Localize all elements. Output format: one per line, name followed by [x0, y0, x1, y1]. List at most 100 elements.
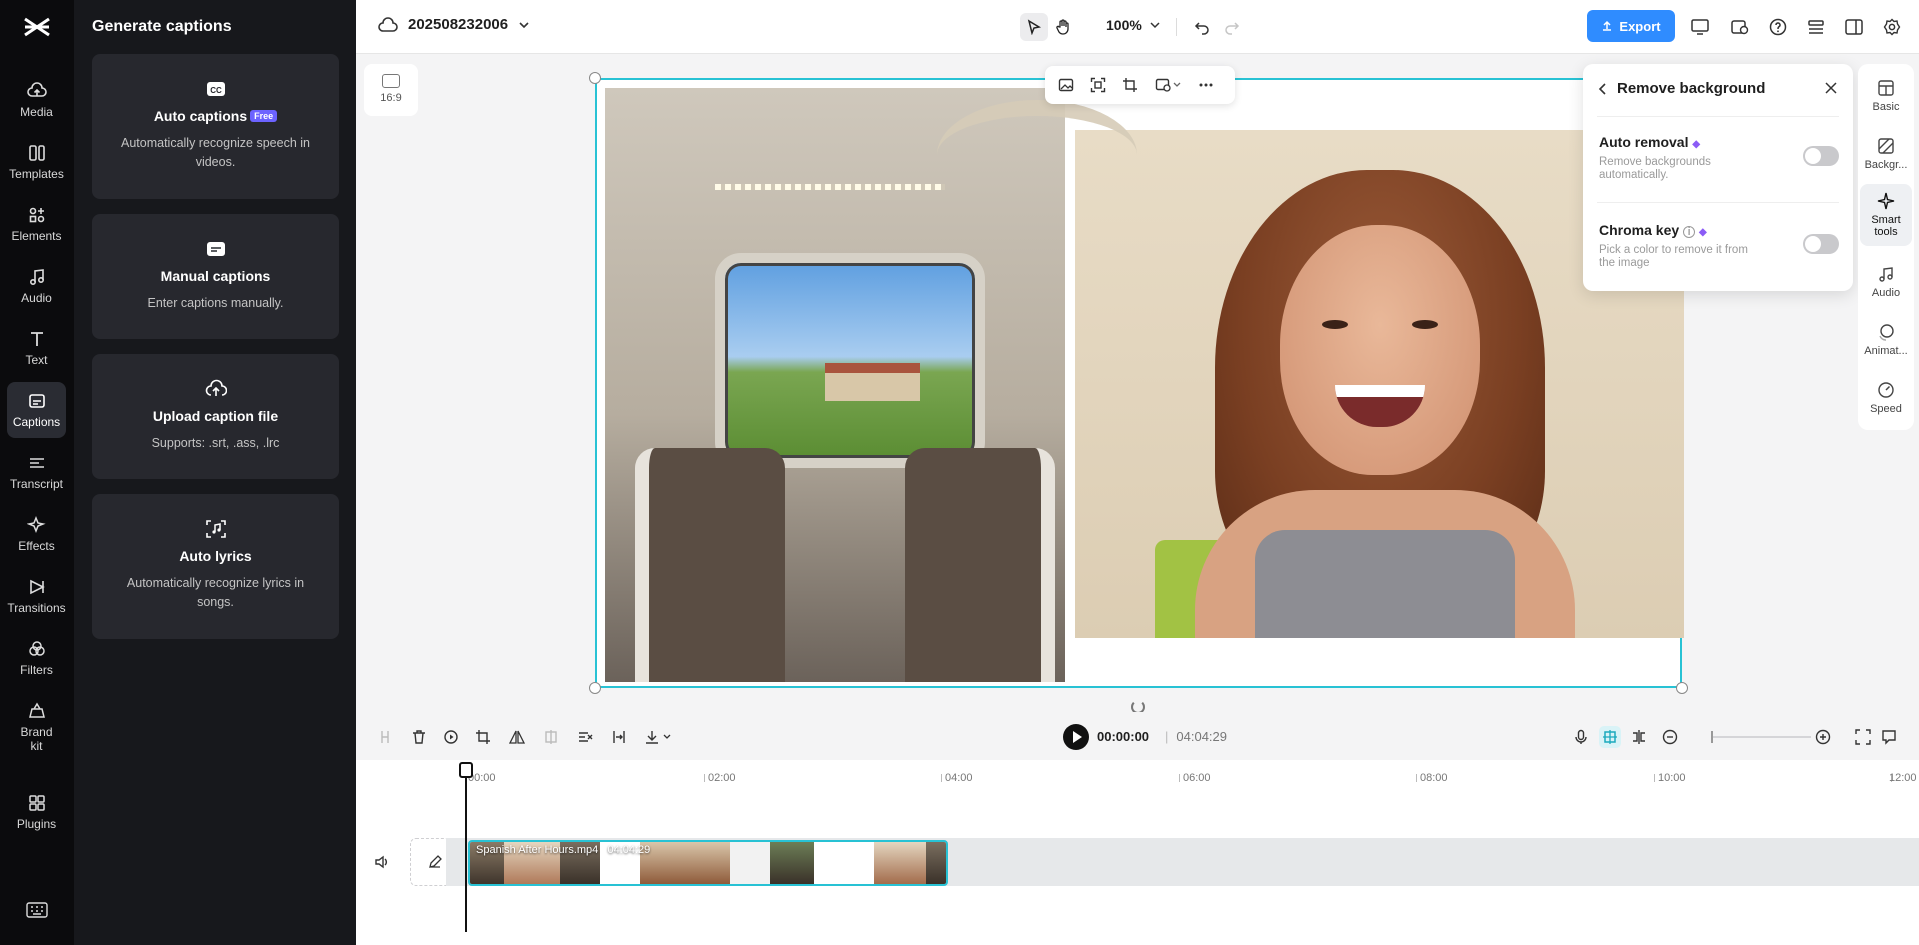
tool-smart-tools[interactable]: Smart tools [1860, 184, 1912, 246]
track-mute-button[interactable] [370, 850, 394, 874]
animation-icon [1877, 323, 1895, 341]
toggle-panel-button[interactable] [1840, 13, 1868, 41]
video-clip[interactable]: Spanish After Hours.mp4 04:04:29 [468, 840, 948, 886]
panel-title: Remove background [1617, 80, 1765, 97]
playhead-line[interactable] [465, 762, 467, 932]
settings-button[interactable] [1878, 13, 1906, 41]
record-voiceover-button[interactable] [1570, 726, 1592, 748]
rail-item-filters[interactable]: Filters [7, 630, 66, 686]
tool-basic[interactable]: Basic [1860, 68, 1912, 124]
select-tool-button[interactable] [1020, 13, 1048, 41]
info-icon[interactable]: i [1683, 226, 1695, 238]
background-icon [1877, 137, 1895, 155]
auto-removal-label: Auto removal [1599, 134, 1688, 150]
smart-crop-button[interactable] [1085, 72, 1111, 98]
resize-handle-top-left[interactable] [589, 72, 601, 84]
fit-timeline-button[interactable] [1852, 726, 1874, 748]
redo-icon [1224, 19, 1240, 35]
timeline-zoom-knob[interactable] [1711, 731, 1713, 743]
timeline[interactable]: 00:00 02:00 04:00 06:00 08:00 10:00 12:0… [356, 760, 1919, 945]
music-note-icon [27, 267, 47, 287]
close-button[interactable] [1823, 80, 1839, 96]
keyboard-icon[interactable] [26, 902, 48, 918]
tool-audio[interactable]: Audio [1860, 254, 1912, 310]
rail-item-templates[interactable]: Templates [7, 134, 66, 190]
aspect-ratio-button[interactable]: 16:9 [364, 64, 418, 116]
panel-title: Generate captions [92, 18, 232, 36]
ruler-tick: 06:00 [1183, 772, 1211, 784]
rail-label: Effects [18, 539, 54, 553]
link-button[interactable] [1628, 726, 1650, 748]
tool-background[interactable]: Backgr... [1860, 126, 1912, 182]
split-button[interactable] [374, 726, 396, 748]
crop-clip-button[interactable] [472, 726, 494, 748]
crop-button[interactable] [1117, 72, 1143, 98]
mirror-button[interactable] [540, 726, 562, 748]
fullscreen-icon [1855, 729, 1871, 745]
curved-arrow-graphic [937, 100, 1137, 210]
chroma-key-row: Chroma key i ◆ Pick a color to remove it… [1599, 222, 1839, 270]
rail-item-brand-kit[interactable]: Brand kit [7, 694, 66, 760]
auto-captions-card[interactable]: CC Auto captionsFree Automatically recog… [92, 54, 339, 199]
cc-icon: CC [205, 78, 227, 100]
play-button[interactable] [1063, 724, 1089, 750]
undo-button[interactable] [1188, 13, 1216, 41]
rail-item-media[interactable]: Media [7, 72, 66, 128]
rail-item-plugins[interactable]: Plugins [7, 784, 66, 840]
video-preview[interactable] [595, 78, 1682, 688]
capcut-logo-icon[interactable] [22, 14, 52, 40]
rail-label: Audio [21, 291, 52, 305]
export-button[interactable]: Export [1587, 10, 1675, 42]
rail-item-transcript[interactable]: Transcript [7, 444, 66, 500]
loop-button[interactable] [440, 726, 462, 748]
resize-handle-bottom-left[interactable] [589, 682, 601, 694]
remove-bg-timeline-button[interactable] [574, 726, 596, 748]
upload-caption-file-card[interactable]: Upload caption file Supports: .srt, .ass… [92, 354, 339, 479]
resize-handle-bottom-right[interactable] [1676, 682, 1688, 694]
auto-removal-toggle[interactable] [1803, 146, 1839, 166]
present-button[interactable] [1686, 13, 1714, 41]
delete-button[interactable] [408, 726, 430, 748]
download-dropdown[interactable] [642, 726, 676, 748]
aspect-ratio-icon [382, 74, 400, 88]
back-arrow-icon[interactable] [1597, 83, 1609, 95]
card-description: Enter captions manually. [116, 294, 315, 313]
rail-item-transitions[interactable]: Transitions [7, 568, 66, 624]
rail-item-audio[interactable]: Audio [7, 258, 66, 314]
floating-toolbar [1045, 66, 1235, 104]
layers-button[interactable] [1802, 13, 1830, 41]
replace-image-button[interactable] [1053, 72, 1079, 98]
tool-speed[interactable]: Speed [1860, 370, 1912, 426]
extend-button[interactable] [608, 726, 630, 748]
eye [1322, 320, 1348, 329]
zoom-level-dropdown[interactable]: 100% [1106, 17, 1160, 33]
mobile-sync-button[interactable] [1726, 13, 1754, 41]
rail-item-elements[interactable]: Elements [7, 196, 66, 252]
card-description: Automatically recognize lyrics in songs. [116, 574, 315, 612]
magnet-snap-button[interactable] [1599, 726, 1621, 748]
timeline-zoom-slider[interactable] [1711, 736, 1811, 738]
rail-item-text[interactable]: Text [7, 320, 66, 376]
redo-button[interactable] [1218, 13, 1246, 41]
rail-label: Brand kit [17, 725, 57, 753]
ruler-tick: 02:00 [708, 772, 736, 784]
rail-item-effects[interactable]: Effects [7, 506, 66, 562]
playhead-handle[interactable] [459, 762, 473, 778]
manual-captions-card[interactable]: Manual captions Enter captions manually. [92, 214, 339, 339]
remove-bg-button[interactable] [1149, 72, 1187, 98]
hand-tool-button[interactable] [1050, 13, 1078, 41]
flip-button[interactable] [506, 726, 528, 748]
zoom-in-button[interactable] [1812, 726, 1834, 748]
ruler-mark [1179, 774, 1180, 782]
tool-animation[interactable]: Animat... [1860, 312, 1912, 368]
rail-item-captions[interactable]: Captions [7, 382, 66, 438]
more-button[interactable] [1193, 72, 1219, 98]
ruler-tick: 12:00 [1889, 772, 1917, 784]
chroma-key-toggle[interactable] [1803, 234, 1839, 254]
help-button[interactable] [1764, 13, 1792, 41]
auto-lyrics-card[interactable]: Auto lyrics Automatically recognize lyri… [92, 494, 339, 639]
comments-button[interactable] [1878, 726, 1900, 748]
zoom-out-button[interactable] [1659, 726, 1681, 748]
project-name-dropdown[interactable]: 202508232006 [378, 16, 530, 33]
lyrics-scan-icon [205, 518, 227, 540]
